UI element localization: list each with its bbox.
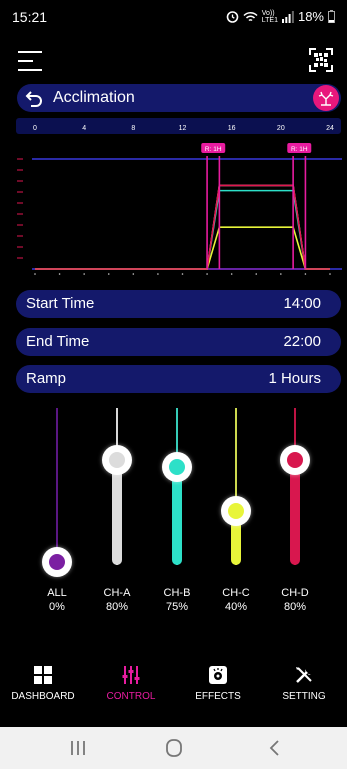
network-type: Vo)) LTE1	[261, 9, 278, 24]
channel-label-ch-a: CH-A 80%	[87, 586, 147, 614]
axis-dot	[230, 273, 233, 275]
ramp-value: 1 Hours	[268, 370, 321, 387]
nav-dashboard[interactable]: DASHBOARD	[0, 660, 86, 720]
axis-dot	[157, 273, 159, 275]
nav-effects-label: EFFECTS	[195, 691, 241, 702]
end-time-value: 22:00	[283, 333, 321, 350]
signal-icon	[281, 10, 294, 23]
axis-dot	[329, 273, 331, 275]
series-line-ch-c	[35, 226, 330, 270]
ramp-row[interactable]: Ramp 1 Hours	[16, 365, 341, 393]
start-time-label: Start Time	[26, 295, 95, 312]
slider-knob-ch-c[interactable]	[221, 496, 251, 527]
menu-icon[interactable]	[18, 50, 42, 72]
channel-percent: 80%	[105, 601, 129, 613]
axis-dot	[83, 273, 85, 275]
status-time: 15:21	[12, 9, 48, 25]
nav-effects[interactable]: EFFECTS	[175, 660, 261, 720]
channel-label-ch-b: CH-B 75%	[147, 586, 207, 614]
slider-knob-dot	[287, 452, 303, 469]
hour-tick-label: 20	[277, 125, 285, 132]
battery-percent: 18%	[297, 9, 324, 24]
channel-percent: 75%	[165, 601, 189, 613]
slider-knob-ch-d[interactable]	[280, 445, 310, 476]
ramp-label: Ramp	[26, 370, 67, 387]
slider-track-all[interactable]	[56, 408, 58, 565]
axis-dot	[132, 273, 135, 275]
channel-percent: 80%	[283, 601, 307, 613]
nav-setting-label: SETTING	[282, 691, 326, 702]
slider-knob-dot	[49, 554, 65, 570]
slider-knob-all[interactable]	[42, 547, 72, 577]
slider-fill-ch-d	[290, 460, 300, 565]
channel-label-all: ALL 0%	[27, 586, 87, 614]
channel-name: CH-D	[281, 587, 309, 599]
slider-knob-ch-b[interactable]	[162, 451, 192, 482]
page-title: Acclimation	[53, 89, 135, 106]
nav-setting[interactable]: SETTING	[261, 660, 347, 720]
channel-label-ch-d: CH-D 80%	[265, 586, 325, 614]
channel-name: ALL	[47, 587, 67, 599]
channel-name: CH-C	[222, 587, 250, 599]
recent-apps-icon[interactable]	[58, 735, 98, 761]
home-icon[interactable]	[154, 735, 194, 761]
hour-tick-label: 16	[228, 125, 236, 132]
wifi-icon	[243, 11, 258, 21]
slider-knob-dot	[169, 458, 185, 475]
status-icons: Vo)) LTE1 18%	[226, 9, 335, 24]
slider-knob-dot	[109, 452, 125, 469]
hour-tick-label: 4	[82, 125, 86, 132]
end-time-label: End Time	[26, 333, 90, 350]
axis-dot	[107, 273, 110, 275]
nav-control[interactable]: CONTROL	[88, 660, 174, 720]
sliders-icon	[122, 666, 140, 684]
slider-fill-ch-a	[112, 460, 122, 565]
channel-percent: 40%	[224, 601, 248, 613]
timeline-chart[interactable]: 0 4 8 12 16 20 24 R: 1H R: 1H	[0, 116, 347, 280]
slider-knob-dot	[228, 503, 244, 520]
channel-name: CH-B	[163, 587, 191, 599]
hour-tick-label: 12	[179, 125, 187, 132]
axis-dot	[304, 273, 307, 275]
header-bar: Acclimation	[17, 84, 341, 112]
nav-dashboard-label: DASHBOARD	[11, 691, 75, 702]
ramp-marker-label: R: 1H	[291, 146, 308, 153]
axis-dot	[34, 273, 36, 275]
effects-icon	[209, 666, 227, 684]
hour-tick-label: 24	[326, 125, 334, 132]
channel-percent: 0%	[49, 601, 65, 613]
hour-tick-label: 0	[33, 125, 37, 132]
axis-dot	[206, 273, 208, 275]
coral-icon[interactable]	[313, 85, 339, 111]
axis-dot	[58, 273, 61, 275]
status-bar: 15:21 Vo)) LTE1 18%	[0, 0, 347, 34]
back-arrow-icon[interactable]	[25, 89, 43, 107]
qr-scan-icon[interactable]	[309, 48, 333, 72]
battery-icon	[328, 10, 335, 23]
channel-sliders: ALL 0% CH-A 80% CH-B 75% CH-C 40% CH-D 80%	[0, 400, 347, 630]
coral-glyph-icon	[318, 91, 334, 106]
nav-control-label: CONTROL	[106, 691, 156, 702]
start-time-value: 14:00	[283, 295, 321, 312]
alarm-icon	[226, 11, 239, 23]
axis-dot	[181, 273, 184, 275]
hour-tick-label: 8	[131, 125, 135, 132]
axis-dot	[280, 273, 282, 275]
slider-knob-ch-a[interactable]	[102, 445, 132, 476]
grid-icon	[34, 666, 52, 684]
bottom-nav: DASHBOARD CONTROL EFFECTS SETTING	[0, 660, 347, 720]
series-line-ch-b	[35, 189, 330, 270]
start-time-row[interactable]: Start Time 14:00	[16, 290, 341, 318]
system-nav-bar	[0, 727, 347, 769]
channel-name: CH-A	[103, 587, 131, 599]
end-time-row[interactable]: End Time 22:00	[16, 328, 341, 356]
axis-dot	[255, 273, 258, 275]
channel-label-ch-c: CH-C 40%	[206, 586, 266, 614]
ramp-marker-label: R: 1H	[205, 146, 222, 153]
tools-icon	[296, 667, 312, 683]
back-nav-icon[interactable]	[254, 735, 294, 761]
